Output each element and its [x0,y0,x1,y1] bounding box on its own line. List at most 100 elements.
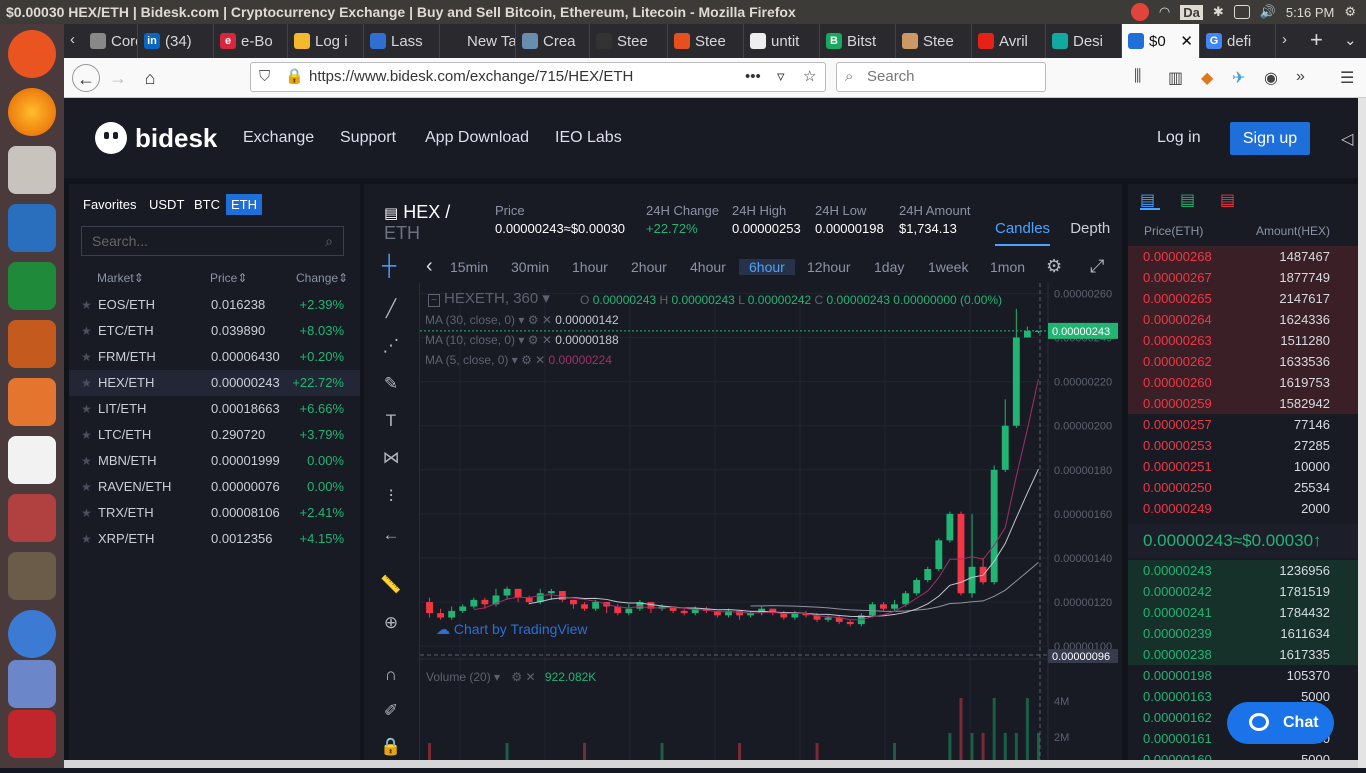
ma-label[interactable]: MA (10, close, 0) [425,333,515,347]
market-row[interactable]: ★ LIT/ETH 0.00018663 +6.66% [69,396,360,422]
timeframe-15min[interactable]: 15min [450,259,488,275]
page-actions-icon[interactable]: ••• [745,63,761,91]
market-search-input[interactable]: Search... ⌕ [81,226,344,256]
ask-row[interactable]: 0.00000251 10000 [1128,456,1358,477]
timeframe-12hour[interactable]: 12hour [807,259,851,275]
book-both-icon[interactable]: ▤ [1140,190,1160,210]
pattern-icon[interactable]: ⋈ [380,448,402,470]
ask-row[interactable]: 0.00000257 77146 [1128,414,1358,435]
star-icon[interactable]: ★ [81,370,92,396]
bid-row[interactable]: 0.00000238 1617335 [1128,644,1358,665]
browser-tab[interactable]: Lass [364,24,440,58]
market-row[interactable]: ★ ETC/ETH 0.039890 +8.03% [69,318,360,344]
browser-search-input[interactable]: ⌕ Search [836,62,1046,92]
browser-tab[interactable]: $0 ✕ [1122,24,1200,58]
fullscreen-icon[interactable]: ⤢ [1090,256,1104,277]
ask-row[interactable]: 0.00000250 25534 [1128,477,1358,498]
nav-ieo-labs[interactable]: IEO Labs [555,129,622,147]
col-change[interactable]: Change⇕ [296,271,348,285]
library-icon[interactable]: ⫼ [1134,68,1141,86]
forward-button[interactable]: → [104,64,132,92]
chat-button[interactable]: Chat [1227,702,1334,744]
power-icon[interactable]: ⚙ [1344,4,1356,20]
ask-row[interactable]: 0.00000249 2000 [1128,498,1358,519]
ma-label[interactable]: MA (5, close, 0) [425,353,508,367]
ask-row[interactable]: 0.00000260 1619753 [1128,372,1358,393]
close-icon[interactable]: ✕ [526,670,536,684]
gear-icon[interactable]: ⚙ [511,670,522,684]
text-icon[interactable]: T [380,411,402,433]
col-price[interactable]: Price⇕ [210,271,247,285]
sidebar-icon[interactable]: ▥ [1168,68,1183,88]
bid-row[interactable]: 0.00000198 105370 [1128,665,1358,686]
magnet-icon[interactable]: ∩ [380,665,402,687]
stop-icon[interactable] [1130,3,1149,21]
market-row[interactable]: ★ EOS/ETH 0.016238 +2.39% [69,292,360,318]
timeframe-30min[interactable]: 30min [511,259,549,275]
star-icon[interactable]: ★ [81,318,92,344]
bid-row[interactable]: 0.00000243 1236956 [1128,560,1358,581]
ma-controls-icon[interactable]: ▾ ⚙ ✕ [515,313,555,327]
chromium-icon[interactable] [8,610,56,658]
settings-icon[interactable] [8,494,56,542]
volume-label[interactable]: Volume (20) [426,670,491,684]
media-icon[interactable] [8,660,56,708]
crosshair-icon[interactable]: ┼ [382,255,396,278]
timeframe-1hour[interactable]: 1hour [572,259,608,275]
pocket-icon[interactable]: ▿ [777,63,785,91]
metamask-icon[interactable]: ◆ [1201,68,1213,88]
timeframe-1mon[interactable]: 1mon [990,259,1025,275]
star-icon[interactable]: ★ [81,448,92,474]
files-icon[interactable] [8,146,56,194]
timeframe-4hour[interactable]: 4hour [690,259,726,275]
candlestick-chart[interactable]: 0.000002600.000002400.000002200.00000200… [420,283,1122,768]
ask-row[interactable]: 0.00000259 1582942 [1128,393,1358,414]
tabs-scroll-right-icon[interactable]: › [1282,31,1287,48]
collapse-left-icon[interactable]: ‹ [426,255,433,278]
ask-row[interactable]: 0.00000262 1633536 [1128,351,1358,372]
ubuntu-dash-icon[interactable] [8,30,56,78]
tradingview-watermark[interactable]: ☁ Chart by TradingView [436,621,587,638]
bidesk-logo[interactable]: bidesk [95,122,217,154]
lock-icon[interactable]: 🔒 [285,63,304,91]
browser-tab[interactable]: untit [744,24,820,58]
timeframe-1day[interactable]: 1day [874,259,904,275]
market-row[interactable]: ★ RAVEN/ETH 0.00000076 0.00% [69,474,360,500]
firefox-icon[interactable] [8,88,56,136]
horizontal-scrollbar[interactable] [64,760,1358,768]
market-row[interactable]: ★ TRX/ETH 0.00008106 +2.41% [69,500,360,526]
browser-tab[interactable]: B Bitst [820,24,896,58]
book-bids-icon[interactable]: ▤ [1180,190,1195,210]
browser-tab[interactable]: in (34) [138,24,214,58]
brush-icon[interactable]: ✎ [380,374,402,396]
tab-eth[interactable]: ETH [226,194,262,215]
browser-tab[interactable]: Stee [590,24,668,58]
volume-icon[interactable]: 🔊 [1260,4,1276,20]
nav-support[interactable]: Support [340,129,396,147]
symbol-label[interactable]: HEXETH, 360 [444,290,538,307]
new-tab-icon[interactable]: + [1310,27,1323,53]
timeframe-6hour[interactable]: 6hour [739,259,795,275]
trend-line-icon[interactable]: ╱ [380,299,402,321]
gimp-icon[interactable] [8,552,56,600]
ask-row[interactable]: 0.00000264 1624336 [1128,309,1358,330]
bluetooth-icon[interactable]: ✱ [1213,4,1224,20]
timeframe-2hour[interactable]: 2hour [631,259,667,275]
star-icon[interactable]: ★ [81,396,92,422]
tab-btc[interactable]: BTC [189,194,225,215]
account-icon[interactable]: ◉ [1264,68,1278,88]
chart-settings-icon[interactable]: ⚙ [1046,256,1062,277]
back-arrow-icon[interactable]: ← [380,525,402,547]
url-bar[interactable]: ⛉ 🔒 https://www.bidesk.com/exchange/715/… [250,62,826,92]
clock[interactable]: 5:16 PM [1286,5,1334,20]
writer-icon[interactable] [8,204,56,252]
back-button[interactable]: ← [72,64,100,92]
login-link[interactable]: Log in [1157,129,1201,147]
bid-row[interactable]: 0.00000241 1784432 [1128,602,1358,623]
tab-favorites[interactable]: Favorites [78,194,141,215]
tabs-scroll-left-icon[interactable]: ‹ [70,31,75,48]
browser-tab[interactable]: e e-Bo [214,24,288,58]
star-icon[interactable]: ★ [81,422,92,448]
close-tab-icon[interactable]: ✕ [1180,32,1193,50]
speaker-icon[interactable]: ◁ [1341,129,1353,149]
